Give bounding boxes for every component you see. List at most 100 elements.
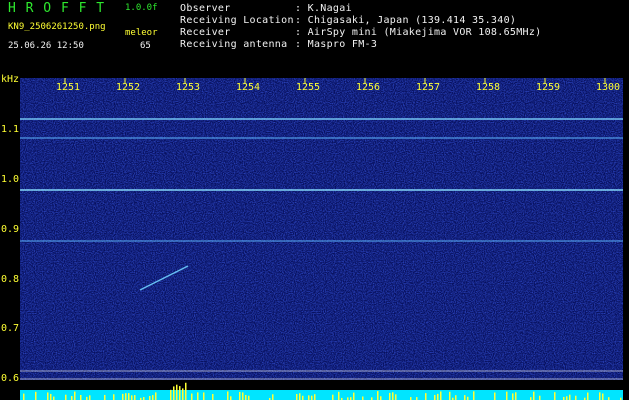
activity-spike [128,393,130,400]
info-receiver-label: Receiver [180,27,231,38]
activity-spike [308,395,310,400]
activity-spike [599,392,601,400]
activity-spike [113,394,115,400]
activity-spike [71,396,73,400]
activity-spike [455,395,457,400]
activity-spike [449,391,451,400]
y-tick-1.1: 1.1 [1,124,20,135]
info-observer-value: : K.Nagai [295,3,352,14]
activity-spike [35,391,37,400]
activity-spike [602,393,604,400]
app-title: H R O F F T [8,1,106,16]
activity-spike [380,396,382,400]
activity-spike [230,396,232,400]
activity-spike [272,394,274,400]
activity-spike [203,392,205,400]
info-location-label: Receiving Location [180,15,294,26]
info-antenna-value: : Maspro FM-3 [295,39,378,50]
y-axis-unit: kHz [1,74,20,85]
info-antenna-label: Receiving antenna [180,39,288,50]
datetime-label: 25.06.26 12:50 [8,41,84,51]
y-tick-0.6: 0.6 [1,373,20,384]
y-tick-1.0: 1.0 [1,174,20,185]
activity-spike [227,391,229,400]
activity-spike [392,392,394,400]
activity-spike [122,393,124,400]
spectrum-noise [20,78,623,380]
activity-spike [425,393,427,400]
activity-spike [389,392,391,400]
activity-spike [296,394,298,400]
activity-spike [332,394,334,400]
x-tick-marks [64,78,606,83]
spectrogram-panel [20,78,623,380]
activity-spike [566,396,568,400]
activity-spike [47,392,49,400]
activity-spike [65,394,67,400]
filename-label: KN9_2506261250.png [8,22,106,32]
activity-spike [437,393,439,400]
activity-spike [338,391,340,400]
activity-spike [362,396,364,400]
activity-spike [155,392,157,400]
baseline-svg [20,382,623,400]
activity-spike [464,395,466,400]
info-location-value: : Chigasaki, Japan (139.414 35.340) [295,15,517,26]
meleor-count: 65 [140,41,151,51]
activity-spike [125,393,127,400]
meleor-label: meleor [125,28,158,38]
activity-spike [170,389,172,400]
activity-spike [569,394,571,400]
activity-spike [554,392,556,400]
version-label: 1.0.0f [125,3,158,13]
activity-spike [434,394,436,400]
activity-spike [149,395,151,400]
activity-spike [395,394,397,400]
baseline-bar [20,390,623,400]
activity-spike [242,392,244,400]
activity-spike [515,392,517,400]
info-receiver-value: : AirSpy mini (Miakejima VOR 108.65MHz) [295,27,542,38]
activity-spike [353,392,355,400]
activity-spike [440,391,442,400]
activity-spike [80,394,82,400]
activity-spike [512,393,514,400]
info-observer-label: Observer [180,3,231,14]
activity-spike [191,393,193,400]
y-tick-0.7: 0.7 [1,323,20,334]
activity-spike [104,394,106,400]
activity-spike [314,394,316,400]
activity-spike [302,395,304,400]
activity-spike [131,395,133,400]
y-tick-0.9: 0.9 [1,224,20,235]
baseline-strip [20,382,623,400]
activity-spike [173,386,175,400]
activity-spike [53,396,55,400]
activity-spike [182,388,184,400]
activity-spike [179,386,181,400]
activity-spike [89,395,91,400]
hrofft-window: H R O F F T 1.0.0f KN9_2506261250.png me… [0,0,629,400]
spectrogram-svg [20,78,623,380]
activity-spike [74,391,76,400]
activity-spike [494,392,496,400]
activity-spike [152,395,154,400]
activity-spike [533,391,535,400]
activity-spike [50,393,52,400]
activity-spike [377,391,379,400]
activity-spike [197,392,199,400]
activity-spike [506,391,508,400]
activity-spike [473,391,475,400]
activity-spike [248,395,250,400]
activity-spike [23,393,25,400]
activity-spike [185,382,187,400]
activity-spike [212,394,214,400]
activity-spike [539,395,541,400]
activity-spike [587,392,589,400]
activity-spike [299,393,301,400]
activity-spike [176,384,178,400]
activity-spike [134,395,136,400]
activity-spike [245,394,247,400]
activity-spike [311,395,313,400]
activity-spike [575,395,577,400]
